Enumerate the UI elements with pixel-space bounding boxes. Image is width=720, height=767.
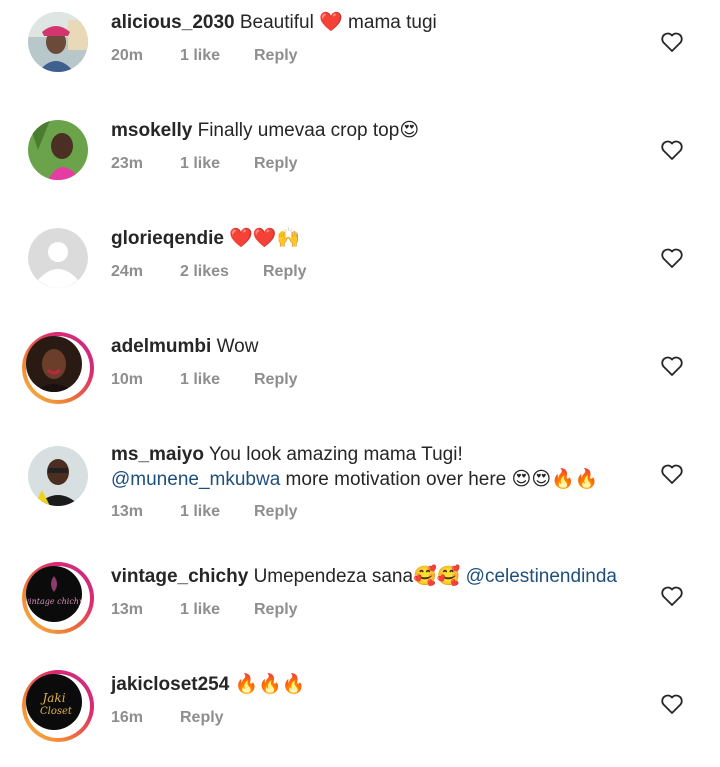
comment-text: alicious_2030 Beautiful ❤️ mama tugi [111, 10, 437, 35]
heart-outline-icon[interactable] [660, 31, 686, 55]
svg-text:Jaki: Jaki [39, 691, 65, 705]
like-count[interactable]: 1 like [180, 371, 220, 389]
brand-logo: Jaki Closet [26, 674, 82, 730]
like-count[interactable]: 2 likes [180, 263, 229, 281]
avatar[interactable]: Jaki Closet [22, 670, 94, 742]
comment-time: 20m [111, 47, 144, 64]
fire-emoji-group: 🔥🔥🔥 [234, 674, 306, 695]
comment-body: You look amazing mama Tugi! [208, 444, 463, 465]
profile-photo [28, 446, 88, 506]
heart-outline-icon[interactable] [660, 693, 686, 717]
comment-body: Umependeza sana🥰🥰 [253, 566, 466, 587]
story-ring [22, 332, 94, 404]
reply-button[interactable]: Reply [180, 709, 224, 727]
reply-button[interactable]: Reply [254, 47, 298, 65]
avatar[interactable] [22, 440, 94, 512]
default-avatar [28, 228, 88, 288]
emoji-group: ❤️❤️🙌 [229, 228, 301, 249]
comment-text: msokelly Finally umevaa crop top😍 [111, 118, 419, 143]
comment-username[interactable]: jakicloset254 [111, 674, 229, 695]
heart-outline-icon[interactable] [660, 247, 686, 271]
brand-logo: vintage chichy [26, 566, 82, 622]
comment-text-line2: @munene_mkubwa more motivation over here… [111, 467, 598, 492]
comment-body: more motivation over here 😍😍🔥🔥 [280, 469, 599, 490]
avatar[interactable] [22, 114, 94, 186]
profile-photo [28, 120, 88, 180]
mention-link[interactable]: @munene_mkubwa [111, 469, 280, 490]
avatar[interactable]: vintage chichy [22, 562, 94, 634]
mention-link[interactable]: @celestinendinda [466, 566, 617, 587]
comment-body: mama tugi [342, 12, 437, 33]
comment-time: 13m [111, 601, 144, 618]
comment-username[interactable]: vintage_chichy [111, 566, 248, 587]
like-count[interactable]: 1 like [180, 601, 220, 619]
avatar[interactable] [22, 6, 94, 78]
comment-username[interactable]: alicious_2030 [111, 12, 235, 33]
reply-button[interactable]: Reply [254, 371, 298, 389]
heart-outline-icon[interactable] [660, 585, 686, 609]
story-ring: vintage chichy [22, 562, 94, 634]
heart-outline-icon[interactable] [660, 139, 686, 163]
reply-button[interactable]: Reply [254, 155, 298, 173]
avatar[interactable] [22, 332, 94, 404]
comment-time: 16m [111, 709, 144, 726]
comment-username[interactable]: glorieqendie [111, 228, 224, 249]
heart-outline-icon[interactable] [660, 463, 686, 487]
avatar[interactable] [22, 222, 94, 294]
comment-time: 23m [111, 155, 144, 172]
comment-time: 13m [111, 503, 144, 520]
like-count[interactable]: 1 like [180, 503, 220, 521]
reply-button[interactable]: Reply [254, 601, 298, 619]
svg-text:Closet: Closet [40, 706, 73, 717]
heart-emoji: ❤️ [319, 12, 343, 33]
heart-eyes-emoji: 😍 [399, 120, 420, 141]
comment-time: 24m [111, 263, 144, 280]
comment-time: 10m [111, 371, 144, 388]
like-count[interactable]: 1 like [180, 155, 220, 173]
svg-text:vintage chichy: vintage chichy [26, 597, 82, 606]
story-ring: Jaki Closet [22, 670, 94, 742]
comment-text: vintage_chichy Umependeza sana🥰🥰 @celest… [111, 564, 617, 589]
comment-text: adelmumbi Wow [111, 334, 258, 359]
profile-photo [26, 336, 82, 392]
comment-text: jakicloset254 🔥🔥🔥 [111, 672, 306, 697]
comment-text: glorieqendie ❤️❤️🙌 [111, 226, 300, 251]
heart-outline-icon[interactable] [660, 355, 686, 379]
comment-username[interactable]: adelmumbi [111, 336, 211, 357]
like-count[interactable]: 1 like [180, 47, 220, 65]
comment-body: Beautiful [239, 12, 320, 33]
profile-photo [28, 12, 88, 72]
comment-username[interactable]: ms_maiyo [111, 444, 204, 465]
reply-button[interactable]: Reply [254, 503, 298, 521]
comment-body: Wow [216, 336, 259, 357]
comment-username[interactable]: msokelly [111, 120, 192, 141]
comment-text: ms_maiyo You look amazing mama Tugi! [111, 442, 463, 467]
reply-button[interactable]: Reply [263, 263, 307, 281]
comment-body: Finally umevaa crop top [197, 120, 400, 141]
